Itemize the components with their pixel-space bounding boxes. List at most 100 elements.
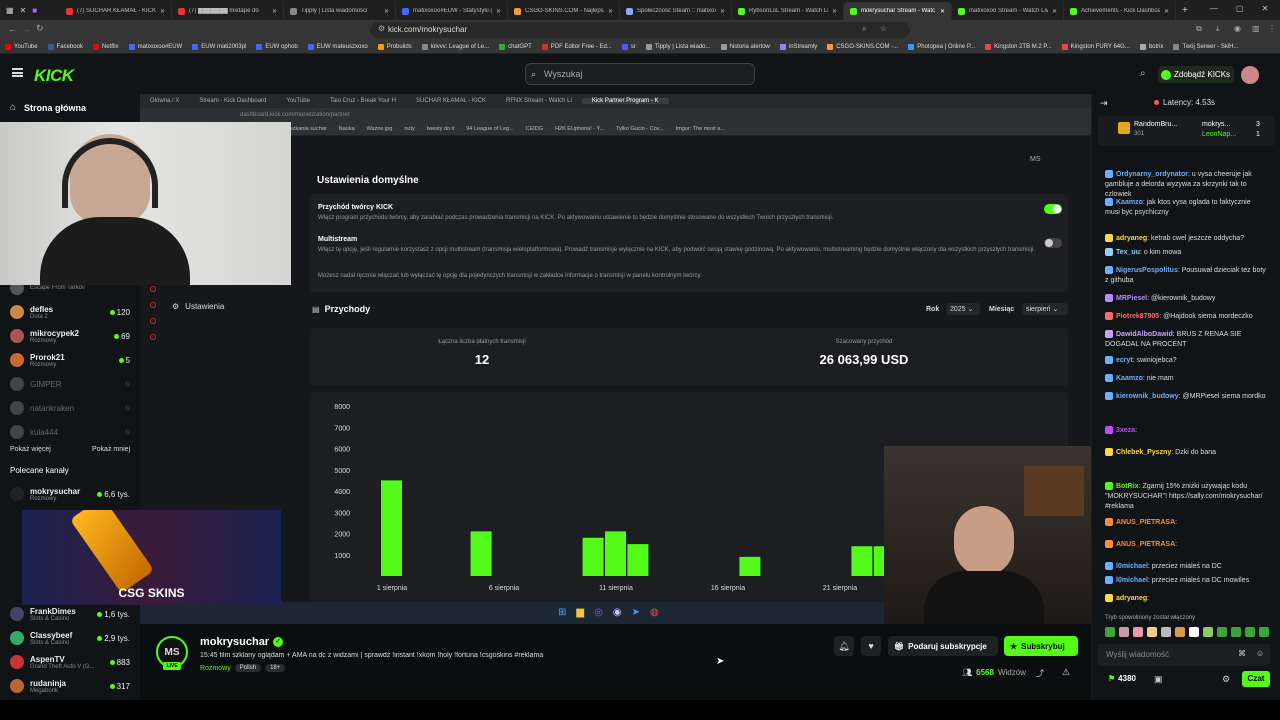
chat-username[interactable]: ANUS_PIETRASA — [1116, 541, 1175, 548]
chat-username[interactable]: Kaamzo — [1116, 199, 1143, 206]
emoji-icon[interactable]: ☺ — [1256, 649, 1264, 658]
sidepanel-icon[interactable]: ▥ — [1252, 24, 1260, 33]
chart-bar[interactable] — [470, 531, 492, 576]
gift-sub-button[interactable]: 🎁︎ Podaruj subskrypcje — [888, 636, 998, 656]
bookmark[interactable]: Photopea | Online P... — [903, 43, 980, 50]
sidebar-channel[interactable]: defles Dota 2 120 — [10, 300, 134, 324]
tab-close-icon[interactable]: ✕ — [272, 8, 277, 15]
kicks-button[interactable]: Zdobądź KICKs — [1158, 66, 1234, 83]
sidebar-channel[interactable]: natankraken ⦸ — [10, 396, 134, 420]
download-icon[interactable]: ⤓ — [1216, 24, 1220, 34]
commands-icon[interactable]: ⌘ — [1238, 649, 1246, 658]
bookmark[interactable]: matixoxoo#EUW — [124, 43, 188, 50]
chat-username[interactable]: MRPiesel — [1116, 295, 1147, 302]
sidebar-channel[interactable]: mokrysuchar Rozmowy 6,6 tys. — [10, 482, 134, 506]
x-icon[interactable]: ✕ — [20, 6, 27, 15]
emote-icon[interactable] — [1245, 627, 1255, 637]
emote-icon[interactable] — [1217, 627, 1227, 637]
url-field[interactable]: kick.com/mokrysuchar — [370, 22, 910, 38]
settings-icon[interactable]: ⚙ — [1222, 674, 1230, 685]
bookmark[interactable]: CSGO-SKINS.COM -... — [822, 43, 903, 50]
tab-close-icon[interactable]: ✕ — [720, 8, 725, 15]
chat-username[interactable]: Piotrek87905 — [1116, 313, 1159, 320]
chat-username[interactable]: l0michael — [1116, 563, 1148, 570]
chat-username[interactable]: kierownik_budowy — [1116, 393, 1179, 400]
browser-tab[interactable]: matixoxoo#EUW - Statystyki gry ✕ — [396, 2, 508, 20]
chat-username[interactable]: NigerusPospolitus — [1116, 267, 1178, 274]
tab-close-icon[interactable]: ✕ — [496, 8, 501, 15]
hamburger-icon[interactable] — [12, 68, 23, 77]
chat-username[interactable]: l0michael — [1116, 577, 1148, 584]
show-more-button[interactable]: Pokaż więcej — [10, 446, 51, 453]
collapse-chat-icon[interactable]: ⇥ — [1100, 98, 1108, 109]
heart-icon[interactable]: ♥ — [861, 636, 881, 656]
tab-close-icon[interactable]: ✕ — [832, 8, 837, 15]
bookmark[interactable]: EUW mati2003pl — [187, 43, 251, 50]
tab-close-icon[interactable]: ✕ — [940, 8, 945, 15]
chat-username[interactable]: Tex_uu — [1116, 249, 1140, 256]
bookmark[interactable]: EUW mateuszxoxo — [303, 43, 373, 50]
tag-18plus[interactable]: 18+ — [265, 664, 286, 672]
emote-icon[interactable] — [1133, 627, 1143, 637]
channel-name[interactable]: mokrysuchar — [200, 636, 269, 648]
home-link[interactable]: ⌂ Strona główna — [10, 102, 86, 113]
share-icon[interactable]: ⤴ — [1036, 668, 1044, 679]
browser-tab[interactable]: mokrysuchar Stream - Watc ✕ — [844, 2, 952, 20]
search-input[interactable]: ⌕ Wyszukaj — [525, 63, 755, 85]
windows-icon[interactable]: ⊞ — [558, 607, 566, 618]
chart-bar[interactable] — [605, 531, 626, 576]
chart-bar[interactable] — [627, 544, 649, 576]
sidebar-channel[interactable]: Prorok21 Rozmowy 5 — [10, 348, 134, 372]
tag-polish[interactable]: Polish — [234, 664, 262, 672]
sidebar-channel[interactable]: Classybeef Slots & Casino 2,9 tys. — [10, 626, 134, 650]
search-icon-mobile[interactable]: ⌕ — [1140, 68, 1146, 79]
chat-username[interactable]: Kaamzo — [1116, 375, 1143, 382]
emote-icon[interactable] — [1203, 627, 1213, 637]
report-icon[interactable]: ⚠ — [1062, 667, 1070, 678]
purple-icon[interactable]: ■ — [32, 6, 37, 15]
sidebar-channel[interactable]: kula444 ⦸ — [10, 420, 134, 444]
tab-close-icon[interactable]: ✕ — [1052, 8, 1057, 15]
show-less-button[interactable]: Pokaż mniej — [92, 446, 130, 453]
bookmark[interactable]: Twój Serwer - SklH... — [1168, 43, 1243, 50]
browser-tab[interactable]: matixoxoo Stream - Watch Live ✕ — [952, 2, 1064, 20]
emote-icon[interactable] — [1105, 627, 1115, 637]
chat-input[interactable]: Wyślij wiadomość ⌘ ☺ — [1098, 644, 1270, 666]
browser-tab[interactable]: (7) SUCHAR KŁAMAŁ - KICK PLAG ✕ — [60, 2, 172, 20]
sidebar-channel[interactable]: FrankDimes Slots & Casino 1,6 tys. — [10, 602, 134, 626]
back-icon[interactable]: ← — [8, 24, 17, 34]
chat-username[interactable]: ecryt — [1116, 357, 1133, 364]
bookmark[interactable]: inStreamly — [775, 43, 822, 50]
chat-username[interactable]: 3xeza — [1116, 427, 1135, 434]
tab-close-icon[interactable]: ✕ — [1164, 8, 1169, 15]
subscribe-button[interactable]: ★ Subskrybuj — [1004, 636, 1078, 656]
bookmark[interactable]: Facebook — [43, 43, 88, 50]
bell-icon[interactable]: 🔔︎ — [834, 636, 854, 656]
discord-icon[interactable]: ◉ — [613, 607, 622, 618]
tab-close-icon[interactable]: ✕ — [384, 8, 389, 15]
chrome-icon[interactable]: ◍ — [650, 607, 659, 618]
maximize-icon[interactable]: ▢ — [1236, 4, 1244, 13]
folder-icon[interactable]: ▆ — [576, 607, 584, 618]
chart-bar[interactable] — [381, 480, 402, 576]
emote-icon[interactable] — [1189, 627, 1199, 637]
bookmark[interactable]: botrix — [1135, 43, 1169, 50]
bookmark[interactable]: Probuilds — [373, 43, 417, 50]
sidebar-channel[interactable]: mikrocypek2 Rozmowy 69 — [10, 324, 134, 348]
close-icon[interactable]: ✕ — [1262, 4, 1269, 13]
browser-tab[interactable]: Społeczność Steam :: matixoxo ✕ — [620, 2, 732, 20]
bookmark[interactable]: Kingston 2TB M.2 P... — [980, 43, 1057, 50]
chat-username[interactable]: DawidAlboDawid — [1116, 331, 1173, 338]
reload-icon[interactable]: ↻ — [36, 23, 44, 34]
chat-send-button[interactable]: Czat — [1242, 671, 1270, 687]
bookmark[interactable]: sr — [617, 43, 641, 50]
bookmark[interactable]: chatGPT — [494, 43, 537, 50]
kicks-balance[interactable]: ⚑ 4380 — [1108, 674, 1136, 683]
kick-logo[interactable]: KICK — [34, 66, 74, 86]
emote-icon[interactable] — [1259, 627, 1269, 637]
profile-icon[interactable]: ◉ — [1234, 24, 1241, 33]
emote-icon[interactable] — [1119, 627, 1129, 637]
extensions-icon[interactable]: ⧉ — [1196, 24, 1202, 34]
browser-tab[interactable]: Achievements - Kick Dashboard ✕ — [1064, 2, 1176, 20]
zoom-icon[interactable]: ⌕ — [862, 24, 866, 34]
